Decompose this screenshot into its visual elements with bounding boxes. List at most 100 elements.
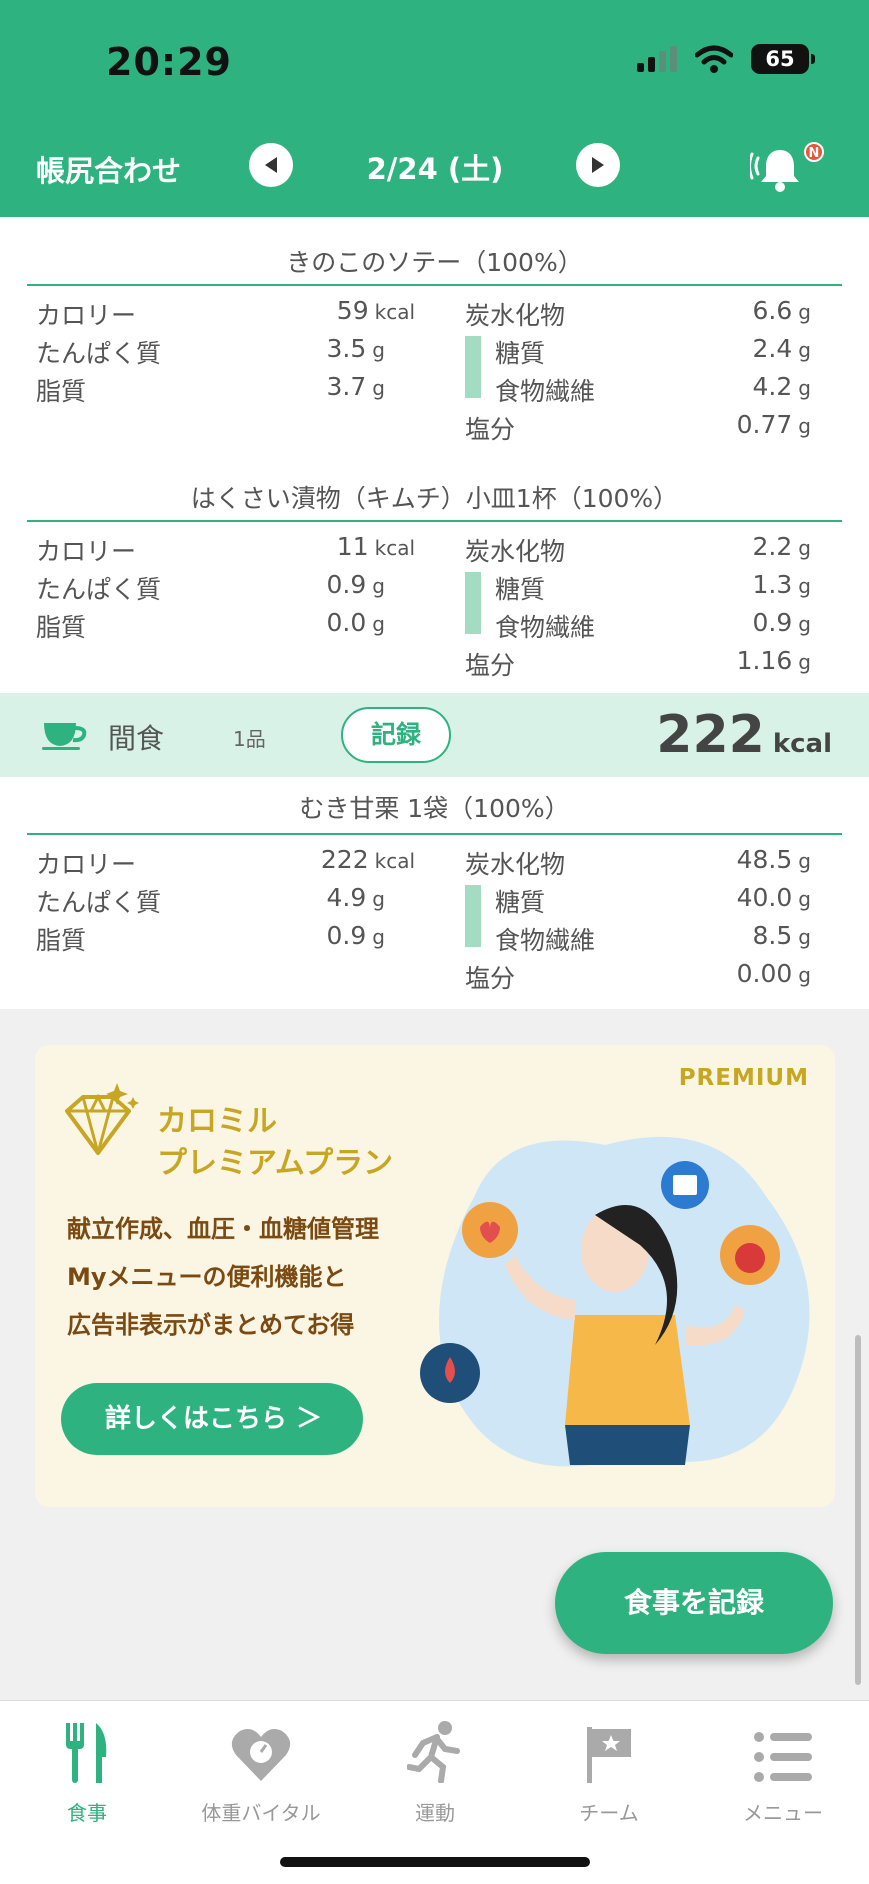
- flag-icon: [587, 1727, 631, 1783]
- carb-breakdown-bar: [465, 336, 481, 398]
- fiber-label: 食物繊維: [495, 926, 596, 955]
- premium-banner[interactable]: PREMIUM カロミル プレミアムプラン 献立作成、血圧・血糖値管理 Myメニ…: [35, 1045, 835, 1507]
- fiber-label: 食物繊維: [495, 613, 596, 642]
- sugar-value: 2.4 g: [752, 334, 811, 363]
- promo-title-line1: カロミル: [157, 1104, 277, 1139]
- food-title: きのこのソテー（100%）: [286, 248, 583, 277]
- fork-knife-icon: [66, 1723, 107, 1783]
- snack-meal-header[interactable]: 間食 1品 記録 222 kcal: [0, 693, 869, 777]
- promo-title: カロミル プレミアムプラン: [157, 1101, 393, 1185]
- signal-icon: [637, 46, 677, 72]
- promo-description: 献立作成、血圧・血糖値管理 Myメニューの便利機能と 広告非表示がまとめてお得: [67, 1205, 379, 1349]
- tab-label: チーム: [579, 1801, 639, 1825]
- calorie-value: 59 kcal: [336, 296, 415, 325]
- prev-date-button[interactable]: [249, 143, 293, 187]
- snack-total-kcal: 222 kcal: [656, 705, 832, 765]
- fat-label: 脂質: [36, 926, 87, 955]
- sugar-label: 糖質: [495, 575, 546, 604]
- carb-label: 炭水化物: [465, 537, 566, 566]
- salt-label: 塩分: [465, 964, 516, 993]
- protein-label: たんぱく質: [36, 888, 162, 917]
- snack-label: 間食: [108, 722, 165, 755]
- calorie-label: カロリー: [36, 850, 137, 879]
- promo-desc-line1: 献立作成、血圧・血糖値管理: [67, 1215, 379, 1243]
- calorie-value: 11 kcal: [336, 532, 415, 561]
- sugar-value: 40.0 g: [736, 883, 811, 912]
- bell-icon[interactable]: [750, 140, 810, 196]
- tab-label: 運動: [415, 1801, 455, 1825]
- carb-value: 6.6 g: [752, 296, 811, 325]
- tab-label: 食事: [67, 1801, 107, 1825]
- tab-exercise[interactable]: 運動: [348, 1713, 522, 1826]
- fat-value: 0.9 g: [326, 921, 385, 950]
- home-indicator[interactable]: [280, 1857, 590, 1867]
- tab-weight-vital[interactable]: 体重バイタル: [174, 1713, 348, 1826]
- carb-label: 炭水化物: [465, 301, 566, 330]
- calorie-value: 222 kcal: [320, 845, 415, 874]
- page-title: 帳尻合わせ: [36, 154, 182, 188]
- food-item[interactable]: はくさい漬物（キムチ）小皿1杯（100%） カロリー 11 kcal たんぱく質 …: [0, 453, 869, 693]
- tab-meal[interactable]: 食事: [0, 1713, 174, 1826]
- protein-value: 0.9 g: [326, 570, 385, 599]
- current-date[interactable]: 2/24 (土): [340, 146, 530, 188]
- food-title: はくさい漬物（キムチ）小皿1杯（100%）: [190, 484, 679, 513]
- tab-label: 体重バイタル: [201, 1801, 321, 1825]
- runner-icon: [407, 1721, 460, 1783]
- nutrition-grid: カロリー 222 kcal たんぱく質 4.9 g 脂質 0.9 g 炭水化物 48.…: [0, 835, 869, 1000]
- promo-desc-line3: 広告非表示がまとめてお得: [67, 1311, 355, 1339]
- salt-value: 0.00 g: [736, 959, 811, 988]
- fiber-value: 4.2 g: [752, 372, 811, 401]
- fat-value: 0.0 g: [326, 608, 385, 637]
- promo-desc-line2: Myメニューの便利機能と: [67, 1263, 347, 1291]
- promo-title-line2: プレミアムプラン: [157, 1146, 394, 1181]
- battery-indicator: 65: [751, 44, 815, 74]
- protein-value: 3.5 g: [326, 334, 385, 363]
- protein-label: たんぱく質: [36, 575, 162, 604]
- salt-value: 0.77 g: [736, 410, 811, 439]
- carb-breakdown-bar: [465, 572, 481, 634]
- record-meal-button[interactable]: 食事を記録: [555, 1552, 833, 1654]
- tab-menu[interactable]: メニュー: [696, 1713, 869, 1826]
- sugar-value: 1.3 g: [752, 570, 811, 599]
- promo-details-button[interactable]: 詳しくはこちら ＞: [61, 1383, 363, 1455]
- carb-breakdown-bar: [465, 885, 481, 947]
- fiber-value: 8.5 g: [752, 921, 811, 950]
- list-icon: [754, 1732, 812, 1782]
- salt-label: 塩分: [465, 651, 516, 680]
- protein-label: たんぱく質: [36, 339, 162, 368]
- sugar-label: 糖質: [495, 339, 546, 368]
- fat-label: 脂質: [36, 613, 87, 642]
- triangle-left-icon: [265, 157, 277, 173]
- calorie-label: カロリー: [36, 537, 137, 566]
- tab-team[interactable]: チーム: [522, 1713, 696, 1826]
- fiber-value: 0.9 g: [752, 608, 811, 637]
- diamond-icon: [65, 1083, 139, 1155]
- item-count: 1品: [233, 727, 266, 751]
- tab-label: メニュー: [743, 1801, 823, 1825]
- app-header: 20:29 65 帳尻合わせ 2/24 (土) N: [0, 0, 869, 217]
- food-title: むき甘栗 1袋（100%）: [299, 794, 570, 823]
- fat-value: 3.7 g: [326, 372, 385, 401]
- cup-icon: [42, 723, 87, 750]
- premium-tag: PREMIUM: [678, 1065, 809, 1091]
- nutrition-grid: カロリー 59 kcal たんぱく質 3.5 g 脂質 3.7 g 炭水化物 6.6 g…: [0, 286, 869, 451]
- status-time: 20:29: [106, 40, 232, 84]
- carb-value: 2.2 g: [752, 532, 811, 561]
- status-icons: 65: [637, 44, 815, 74]
- food-item[interactable]: むき甘栗 1袋（100%） カロリー 222 kcal たんぱく質 4.9 g 脂質…: [0, 777, 869, 1009]
- next-date-button[interactable]: [576, 143, 620, 187]
- heart-scale-icon: [231, 1729, 291, 1781]
- carb-label: 炭水化物: [465, 850, 566, 879]
- nutrition-grid: カロリー 11 kcal たんぱく質 0.9 g 脂質 0.0 g 炭水化物 2.2 g…: [0, 522, 869, 687]
- triangle-right-icon: [592, 157, 604, 173]
- promo-illustration: [420, 1136, 810, 1467]
- food-item[interactable]: きのこのソテー（100%） カロリー 59 kcal たんぱく質 3.5 g 脂質 …: [0, 217, 869, 453]
- fiber-label: 食物繊維: [495, 377, 596, 406]
- scrollbar[interactable]: [855, 1335, 861, 1685]
- notification-badge: N: [804, 142, 824, 162]
- calorie-label: カロリー: [36, 301, 137, 330]
- record-snack-button[interactable]: 記録: [341, 707, 451, 763]
- wifi-icon: [695, 45, 733, 73]
- carb-value: 48.5 g: [736, 845, 811, 874]
- fat-label: 脂質: [36, 377, 87, 406]
